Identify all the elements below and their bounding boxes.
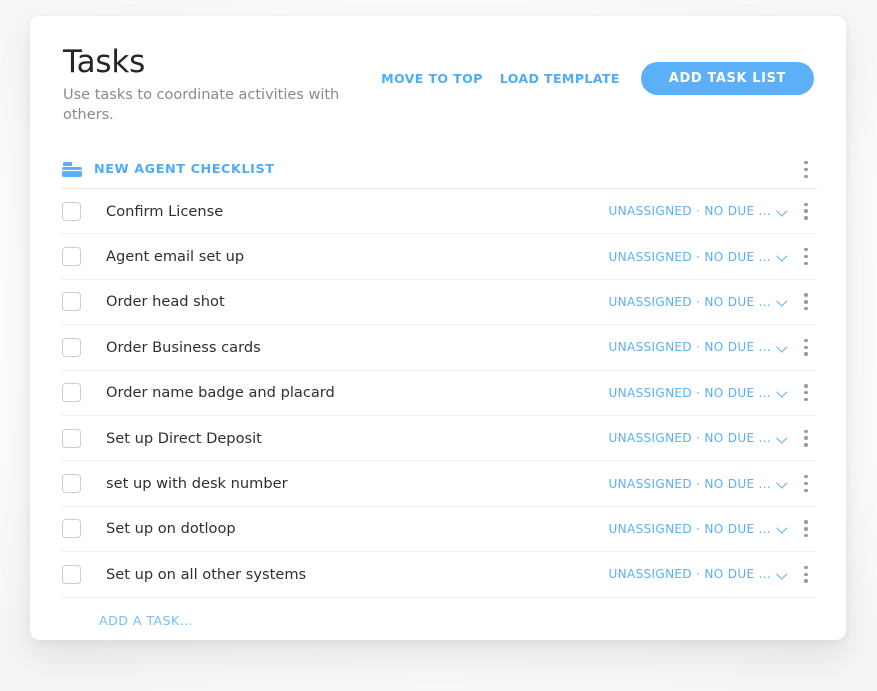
card-header: Tasks Use tasks to coordinate activities… bbox=[30, 16, 846, 125]
task-title[interactable]: Order name badge and placard bbox=[106, 384, 335, 401]
task-assignment-due-control[interactable]: UNASSIGNED · NO DUE ... bbox=[609, 250, 788, 264]
task-checkbox[interactable] bbox=[62, 428, 81, 448]
task-kebab-menu-icon[interactable] bbox=[795, 334, 817, 360]
task-kebab-menu-icon[interactable] bbox=[795, 289, 817, 315]
task-checkbox[interactable] bbox=[62, 383, 81, 403]
task-meta-label: UNASSIGNED · NO DUE ... bbox=[608, 567, 771, 582]
task-row: Confirm License UNASSIGNED · NO DUE ... bbox=[61, 189, 817, 235]
chevron-down-icon bbox=[778, 343, 787, 352]
task-kebab-menu-icon[interactable] bbox=[795, 244, 817, 270]
task-meta-label: UNASSIGNED · NO DUE ... bbox=[608, 340, 771, 355]
chevron-down-icon bbox=[778, 434, 787, 443]
task-row: set up with desk number UNASSIGNED · NO D… bbox=[61, 461, 817, 507]
task-row: Set up on dotloop UNASSIGNED · NO DUE ... bbox=[61, 507, 817, 553]
task-row: Set up on all other systems UNASSIGNED · … bbox=[61, 552, 817, 598]
task-checkbox[interactable] bbox=[62, 247, 81, 267]
task-meta-label: UNASSIGNED · NO DUE ... bbox=[608, 249, 771, 264]
task-assignment-due-control[interactable]: UNASSIGNED · NO DUE ... bbox=[609, 477, 788, 491]
task-assignment-due-control[interactable]: UNASSIGNED · NO DUE ... bbox=[609, 567, 788, 581]
task-assignment-due-control[interactable]: UNASSIGNED · NO DUE ... bbox=[609, 340, 788, 354]
add-task-row: ADD A TASK... bbox=[61, 598, 817, 640]
task-assignment-due-control[interactable]: UNASSIGNED · NO DUE ... bbox=[609, 204, 788, 218]
task-meta-label: UNASSIGNED · NO DUE ... bbox=[608, 431, 771, 446]
task-checkbox[interactable] bbox=[62, 474, 81, 494]
task-list-header: NEW AGENT CHECKLIST bbox=[61, 151, 817, 189]
task-title[interactable]: Set up on all other systems bbox=[106, 566, 306, 583]
task-title[interactable]: set up with desk number bbox=[106, 475, 288, 492]
task-checkbox[interactable] bbox=[62, 337, 81, 357]
chevron-down-icon bbox=[778, 524, 787, 533]
tasks-card: Tasks Use tasks to coordinate activities… bbox=[30, 16, 846, 640]
task-meta-label: UNASSIGNED · NO DUE ... bbox=[608, 294, 771, 309]
task-checkbox[interactable] bbox=[62, 564, 81, 584]
task-title[interactable]: Set up on dotloop bbox=[106, 520, 236, 537]
task-kebab-menu-icon[interactable] bbox=[795, 471, 817, 497]
task-title[interactable]: Set up Direct Deposit bbox=[106, 430, 262, 447]
task-row: Order head shot UNASSIGNED · NO DUE ... bbox=[61, 280, 817, 326]
task-list-section: NEW AGENT CHECKLIST Confirm License UNASS… bbox=[30, 151, 846, 640]
task-kebab-menu-icon[interactable] bbox=[795, 425, 817, 451]
task-list-name[interactable]: NEW AGENT CHECKLIST bbox=[94, 162, 275, 177]
chevron-down-icon bbox=[778, 479, 787, 488]
task-row: Order name badge and placard UNASSIGNED ·… bbox=[61, 371, 817, 416]
task-row: Agent email set up UNASSIGNED · NO DUE ..… bbox=[61, 234, 817, 280]
page-title: Tasks bbox=[63, 44, 146, 80]
move-to-top-button[interactable]: MOVE TO TOP bbox=[381, 71, 483, 86]
page-subtitle: Use tasks to coordinate activities with … bbox=[63, 87, 340, 123]
task-kebab-menu-icon[interactable] bbox=[795, 516, 817, 542]
task-assignment-due-control[interactable]: UNASSIGNED · NO DUE ... bbox=[609, 295, 788, 309]
task-assignment-due-control[interactable]: UNASSIGNED · NO DUE ... bbox=[609, 522, 788, 536]
task-title[interactable]: Confirm License bbox=[106, 203, 223, 220]
task-row: Order Business cards UNASSIGNED · NO DUE … bbox=[61, 325, 817, 371]
task-list-kebab-menu-icon[interactable] bbox=[795, 157, 817, 183]
task-kebab-menu-icon[interactable] bbox=[795, 561, 817, 587]
task-checkbox[interactable] bbox=[62, 519, 81, 539]
task-meta-label: UNASSIGNED · NO DUE ... bbox=[608, 521, 771, 536]
chevron-down-icon bbox=[778, 252, 787, 261]
task-title[interactable]: Order head shot bbox=[106, 293, 225, 310]
task-assignment-due-control[interactable]: UNASSIGNED · NO DUE ... bbox=[609, 431, 788, 445]
chevron-down-icon bbox=[778, 297, 787, 306]
task-checkbox[interactable] bbox=[62, 292, 81, 312]
task-title[interactable]: Agent email set up bbox=[106, 248, 244, 265]
chevron-down-icon bbox=[778, 570, 787, 579]
folder-icon bbox=[62, 162, 82, 177]
add-a-task-button[interactable]: ADD A TASK... bbox=[99, 613, 193, 628]
task-meta-label: UNASSIGNED · NO DUE ... bbox=[608, 204, 771, 219]
task-rows-container: Confirm License UNASSIGNED · NO DUE ... Ag… bbox=[61, 189, 817, 598]
task-title[interactable]: Order Business cards bbox=[106, 339, 261, 356]
header-text-block: Tasks Use tasks to coordinate activities… bbox=[63, 42, 381, 125]
task-checkbox[interactable] bbox=[62, 201, 81, 221]
add-task-list-button[interactable]: ADD TASK LIST bbox=[640, 62, 814, 95]
header-actions: MOVE TO TOP LOAD TEMPLATE ADD TASK LIST bbox=[381, 42, 814, 95]
task-kebab-menu-icon[interactable] bbox=[795, 380, 817, 406]
load-template-button[interactable]: LOAD TEMPLATE bbox=[500, 71, 620, 86]
task-meta-label: UNASSIGNED · NO DUE ... bbox=[608, 476, 771, 491]
task-kebab-menu-icon[interactable] bbox=[795, 198, 817, 224]
chevron-down-icon bbox=[778, 207, 787, 216]
task-meta-label: UNASSIGNED · NO DUE ... bbox=[608, 385, 771, 400]
chevron-down-icon bbox=[778, 388, 787, 397]
task-row: Set up Direct Deposit UNASSIGNED · NO DUE… bbox=[61, 416, 817, 462]
task-assignment-due-control[interactable]: UNASSIGNED · NO DUE ... bbox=[609, 386, 788, 400]
